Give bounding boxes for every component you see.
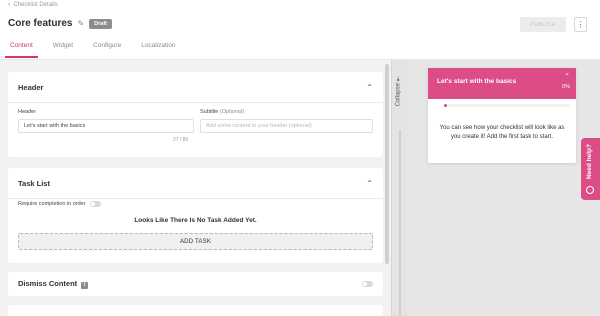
subtitle-field-label: Subtitle (Optional) [200, 109, 245, 115]
tab-configure[interactable]: Configure [83, 38, 131, 60]
scrollbar[interactable] [383, 60, 391, 316]
section-title: Header [18, 82, 44, 92]
chevron-down-icon[interactable]: ⌄ [564, 69, 570, 77]
divider [8, 198, 383, 199]
preview-pane: Let's start with the basics ⌄ 0% You can… [407, 60, 600, 316]
add-task-button[interactable]: ADD TASK [18, 233, 373, 250]
tab-localization[interactable]: Localization [131, 38, 185, 60]
back-link[interactable]: ‹ Checklist Details [8, 1, 58, 8]
title-row: Core features ✎ Draft [8, 18, 113, 29]
resize-track[interactable] [399, 130, 401, 316]
dismiss-section: Dismiss Content i [8, 272, 383, 296]
collapse-panel[interactable]: Collapse ⇤ [391, 60, 407, 316]
progress-percent: 0% [562, 84, 570, 90]
info-icon[interactable]: i [81, 281, 89, 289]
top-bar: ‹ Checklist Details Core features ✎ Draf… [0, 0, 600, 60]
widget-title: Let's start with the basics [437, 78, 517, 85]
page-title: Core features [8, 18, 73, 29]
char-counter: 27 / 80 [173, 137, 189, 143]
divider [8, 102, 383, 103]
collapse-icon: ⇤ [396, 76, 402, 82]
pencil-icon[interactable]: ✎ [77, 19, 84, 28]
progress-fill [444, 104, 447, 107]
task-list-section: Task List ⌃ Require completion in order … [8, 168, 383, 263]
publish-button[interactable]: PUBLISH [520, 17, 566, 32]
section-title: Dismiss Content i [18, 279, 89, 289]
dismiss-section-head: Dismiss Content i [8, 272, 383, 296]
empty-task-message: Looks Like There Is No Task Added Yet. [134, 217, 257, 224]
progress-bar [444, 104, 570, 107]
back-label: Checklist Details [13, 1, 58, 8]
tab-bar: Content Widget Configure Localization [0, 38, 186, 60]
checklist-widget-preview: Let's start with the basics ⌄ 0% You can… [428, 68, 576, 163]
require-order-row: Require completion in order [18, 201, 101, 207]
tab-content[interactable]: Content [0, 38, 43, 60]
task-list-section-head[interactable]: Task List ⌃ [8, 168, 383, 198]
subtitle-input[interactable]: Add some content to your header (optiona… [200, 119, 373, 133]
header-section-head[interactable]: Header ⌃ [8, 72, 383, 102]
header-section: Header ⌃ Header Let's start with the bas… [8, 72, 383, 157]
dismiss-toggle[interactable] [362, 281, 373, 287]
need-help-label: Need help? [586, 144, 593, 180]
require-order-label: Require completion in order [18, 201, 86, 207]
editor-pane: Header ⌃ Header Let's start with the bas… [0, 60, 391, 316]
need-help-button[interactable]: Need help? [581, 138, 600, 200]
help-icon [586, 186, 594, 194]
widget-header: Let's start with the basics ⌄ 0% [428, 68, 576, 99]
collapse-label: Collapse [395, 83, 402, 107]
chevron-left-icon: ‹ [8, 1, 11, 8]
header-input[interactable]: Let's start with the basics [18, 119, 194, 133]
require-order-toggle[interactable] [89, 201, 101, 207]
chevron-up-icon[interactable]: ⌃ [366, 179, 373, 188]
next-section [8, 305, 383, 316]
header-field-label: Header [18, 109, 37, 115]
chevron-up-icon[interactable]: ⌃ [366, 83, 373, 92]
scroll-thumb[interactable] [385, 64, 389, 264]
section-title: Task List [18, 178, 50, 188]
more-vertical-icon[interactable]: ⋮ [574, 17, 587, 32]
status-badge: Draft [89, 18, 113, 29]
collapse-button[interactable]: Collapse ⇤ [395, 76, 403, 107]
widget-empty-text: You can see how your checklist will look… [439, 125, 565, 140]
tab-widget[interactable]: Widget [43, 38, 83, 60]
